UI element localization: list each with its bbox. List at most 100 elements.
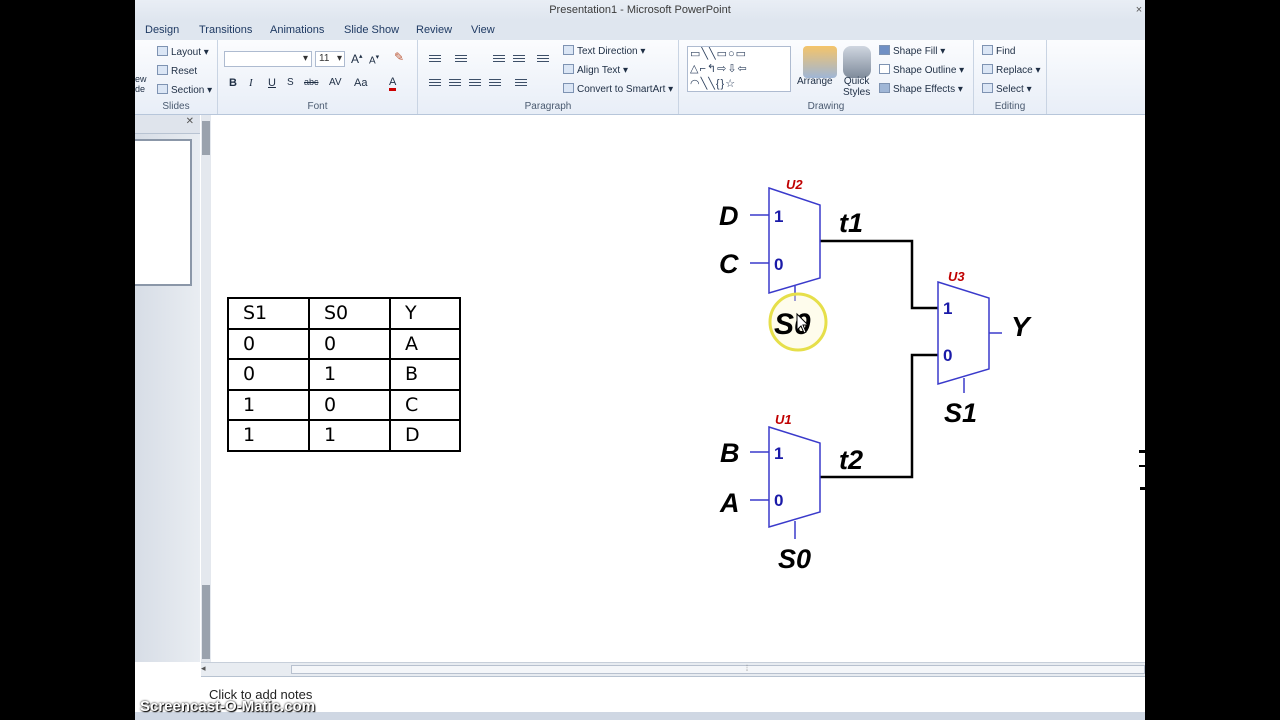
slide-horizontal-scrollbar[interactable]: ◂ ⦙ <box>201 662 1145 676</box>
bullets-icon[interactable] <box>428 53 442 63</box>
increase-indent-icon[interactable] <box>512 53 526 63</box>
shapes-gallery[interactable]: ▭╲╲▭○▭ △⌐↰⇨⇩⇦ ◠╲╲{}☆ <box>687 46 791 92</box>
change-case-button[interactable]: Aa <box>354 77 367 89</box>
mux-u1-in0-label: 0 <box>774 491 783 510</box>
screencast-watermark: Screencast-O-Matic.com <box>140 698 316 715</box>
paragraph-group-label: Paragraph <box>524 101 572 112</box>
slides-group-label: Slides <box>162 101 190 112</box>
font-color-button[interactable]: A <box>389 77 397 91</box>
find-button[interactable]: Find <box>982 45 1015 57</box>
find-label: Find <box>996 46 1016 57</box>
scrollbar-thumb[interactable] <box>202 585 210 659</box>
thumbnails-scrollbar[interactable] <box>201 115 211 662</box>
arrange-button[interactable]: Arrange <box>797 76 833 87</box>
mux-u3[interactable]: U3 1 0 Y S1 <box>937 269 1032 428</box>
drawing-group: ▭╲╲▭○▭ △⌐↰⇨⇩⇦ ◠╲╲{}☆ Arrange Quick Styles … <box>679 40 974 114</box>
editing-group: Find Replace ▾ Select ▾ Editing <box>974 40 1047 114</box>
decrease-indent-icon[interactable] <box>492 53 506 63</box>
reset-button[interactable]: Reset <box>157 65 197 77</box>
mux-u1[interactable]: U1 1 0 B A t2 S0 <box>719 412 863 574</box>
character-spacing-button[interactable]: AV <box>329 77 342 88</box>
bold-button[interactable]: B <box>229 77 237 89</box>
shadow-icon[interactable]: S <box>287 77 294 88</box>
slide-thumbnail[interactable] <box>135 139 192 286</box>
replace-button[interactable]: Replace ▾ <box>982 64 1041 76</box>
mux-u2-in1-label: 1 <box>774 207 783 226</box>
tab-transitions[interactable]: Transitions <box>199 24 252 36</box>
columns-icon[interactable] <box>514 77 528 87</box>
effects-icon <box>879 83 890 93</box>
text-direction-button[interactable]: Text Direction ▾ <box>563 45 645 57</box>
convert-smartart-button[interactable]: Convert to SmartArt ▾ <box>563 83 673 95</box>
italic-button[interactable]: I <box>249 77 253 89</box>
shape-fill-label: Shape Fill <box>893 46 938 57</box>
slide-canvas[interactable]: S1 S0 Y 0 0 A 0 1 B 1 0 C 1 1 D U2 1 0 D… <box>211 115 1145 662</box>
tab-view[interactable]: View <box>471 24 495 36</box>
powerpoint-window: Presentation1 - Microsoft PowerPoint × D… <box>135 0 1145 720</box>
section-button[interactable]: Section ▾ <box>157 84 212 96</box>
smartart-icon <box>563 83 574 93</box>
wire-t2 <box>820 353 938 479</box>
align-center-icon[interactable] <box>448 77 462 87</box>
mux-u1-body <box>768 425 821 529</box>
input-a-label: A <box>719 488 740 518</box>
ribbon-tabs: Design Transitions Animations Slide Show… <box>135 20 1145 40</box>
align-right-icon[interactable] <box>468 77 482 87</box>
scroll-left-icon[interactable]: ◂ <box>201 663 206 674</box>
underline-button[interactable]: U <box>268 77 276 89</box>
quick-styles-icon[interactable] <box>843 46 871 78</box>
tab-slide-show[interactable]: Slide Show <box>344 24 399 36</box>
new-slide-button[interactable]: ew de <box>135 74 147 94</box>
clear-format-icon[interactable]: ✎ <box>394 50 404 64</box>
align-left-icon[interactable] <box>428 77 442 87</box>
close-icon[interactable]: × <box>1133 0 1145 20</box>
shrink-font-icon[interactable]: A▾ <box>369 53 379 66</box>
window-title: Presentation1 - Microsoft PowerPoint <box>549 4 731 16</box>
select-button[interactable]: Select ▾ <box>982 83 1032 95</box>
mux-u3-in0-label: 0 <box>943 346 952 365</box>
tab-design[interactable]: Design <box>145 24 179 36</box>
mux-u2-body <box>768 186 821 295</box>
strikethrough-button[interactable]: abc <box>304 77 319 87</box>
shape-outline-button[interactable]: Shape Outline ▾ <box>879 64 964 76</box>
text-direction-label: Text Direction <box>577 46 638 57</box>
scrollbar-thumb[interactable] <box>291 665 1145 674</box>
binoculars-icon <box>982 45 993 55</box>
font-group: ▾ 11 ▾ A▴ A▾ ✎ B I U S abc AV Aa A Font <box>218 40 418 114</box>
drawing-group-label: Drawing <box>807 101 845 112</box>
tab-review[interactable]: Review <box>416 24 452 36</box>
mux-u2[interactable]: U2 1 0 D C t1 S0 <box>719 177 863 352</box>
mux-circuit-diagram[interactable]: U2 1 0 D C t1 S0 U1 1 0 B A t2 S0 U3 1 0… <box>211 115 1145 662</box>
grow-font-icon[interactable]: A▴ <box>351 52 363 66</box>
font-name-select[interactable]: ▾ <box>224 51 312 67</box>
wire-t1 <box>820 239 938 310</box>
font-size-select[interactable]: 11 ▾ <box>315 51 345 67</box>
close-pane-icon[interactable]: ✕ <box>186 116 194 127</box>
mux-u2-name: U2 <box>786 177 803 192</box>
font-group-label: Font <box>307 101 328 112</box>
layout-icon <box>157 46 168 56</box>
mux-u3-select-label: S1 <box>944 398 977 428</box>
mux-u3-in1-label: 1 <box>943 299 952 318</box>
mux-u1-name: U1 <box>775 412 792 427</box>
tab-animations[interactable]: Animations <box>270 24 324 36</box>
ribbon: ew de Layout ▾ Reset Section ▾ Slides ▾ … <box>135 40 1145 115</box>
thumbnails-header: ✕ <box>135 115 200 134</box>
section-icon <box>157 84 168 94</box>
shape-fill-button[interactable]: Shape Fill ▾ <box>879 45 945 57</box>
justify-icon[interactable] <box>488 77 502 87</box>
arrange-icon[interactable] <box>803 46 837 78</box>
line-spacing-icon[interactable] <box>536 53 550 63</box>
wires <box>820 239 938 479</box>
mux-u1-select-label: S0 <box>778 544 811 574</box>
pen-icon <box>879 64 890 74</box>
numbering-icon[interactable] <box>454 53 468 63</box>
output-y-label: Y <box>1011 311 1032 342</box>
scrollbar-thumb[interactable] <box>202 121 210 155</box>
layout-button[interactable]: Layout ▾ <box>157 46 209 58</box>
input-b-label: B <box>720 438 740 468</box>
cursor-icon <box>982 83 993 93</box>
shape-effects-button[interactable]: Shape Effects ▾ <box>879 83 963 95</box>
quick-styles-button[interactable]: Quick Styles <box>843 76 870 98</box>
align-text-button[interactable]: Align Text ▾ <box>563 64 628 76</box>
